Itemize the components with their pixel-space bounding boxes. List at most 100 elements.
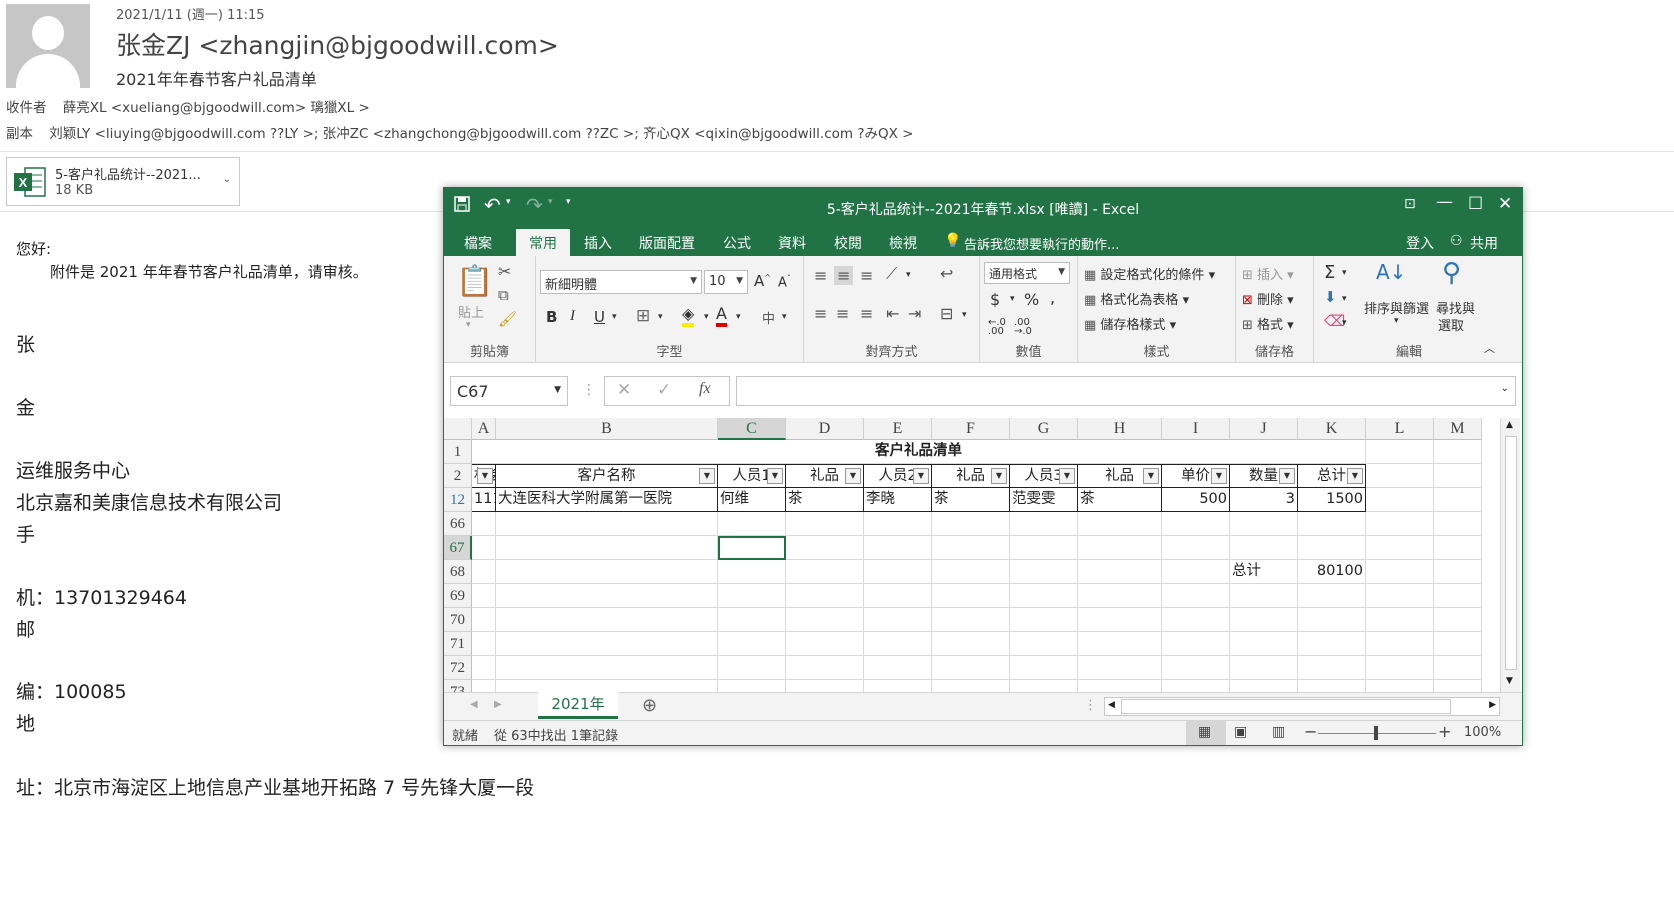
cell[interactable]: [932, 584, 1010, 608]
top-align-icon[interactable]: ≡: [814, 266, 827, 285]
cell[interactable]: [786, 512, 864, 536]
data-cell[interactable]: 茶: [1078, 488, 1162, 512]
total-value-cell[interactable]: 80100: [1298, 560, 1366, 584]
selected-cell[interactable]: [718, 536, 786, 560]
filter-header-cell[interactable]: 人员3 ▼: [1010, 464, 1078, 488]
column-header[interactable]: F: [932, 418, 1010, 440]
filter-dropdown-icon[interactable]: ▼: [1347, 468, 1363, 484]
cell[interactable]: [1162, 536, 1230, 560]
cell[interactable]: [1078, 632, 1162, 656]
page-break-icon[interactable]: ▥: [1272, 724, 1285, 740]
insert-cells-button[interactable]: ⊞ 插入 ▾: [1242, 264, 1294, 283]
wrap-text-icon[interactable]: ↩: [940, 264, 953, 283]
cut-icon[interactable]: ✂: [498, 262, 511, 281]
ribbon-display-icon[interactable]: ⊡: [1404, 196, 1416, 212]
email-sender[interactable]: 张金ZJ <zhangjin@bjgoodwill.com>: [116, 26, 559, 62]
percent-icon[interactable]: %: [1024, 290, 1039, 309]
cell[interactable]: [1366, 584, 1434, 608]
currency-icon[interactable]: $: [990, 290, 1000, 309]
filter-header-cell[interactable]: 礼品 ▼: [786, 464, 864, 488]
sheet-tab[interactable]: 2021年: [538, 692, 618, 719]
cell[interactable]: [1230, 584, 1298, 608]
cell[interactable]: [1078, 656, 1162, 680]
filter-header-cell[interactable]: 礼品 ▼: [1078, 464, 1162, 488]
cancel-icon[interactable]: ✕: [617, 380, 631, 400]
cell[interactable]: [932, 560, 1010, 584]
column-header[interactable]: I: [1162, 418, 1230, 440]
tab-data[interactable]: 資料: [778, 233, 806, 253]
row-header[interactable]: 70: [444, 608, 472, 632]
data-cell[interactable]: 1500: [1298, 488, 1366, 512]
data-cell[interactable]: 大连医科大学附属第一医院: [496, 488, 718, 512]
horizontal-scrollbar[interactable]: ◀ ▶: [1104, 697, 1500, 716]
currency-dropdown-icon[interactable]: ▾: [1010, 294, 1015, 304]
cell[interactable]: [472, 512, 496, 536]
cell[interactable]: [1162, 680, 1230, 692]
data-cell[interactable]: 茶: [786, 488, 864, 512]
maximize-icon[interactable]: ☐: [1468, 194, 1483, 214]
cell[interactable]: [1366, 536, 1434, 560]
normal-view-button[interactable]: ▦: [1186, 721, 1226, 745]
tab-insert[interactable]: 插入: [584, 233, 612, 253]
cell[interactable]: [864, 608, 932, 632]
cell[interactable]: [1298, 680, 1366, 692]
conditional-format-button[interactable]: ▦ 設定格式化的條件 ▾: [1084, 264, 1215, 283]
prev-sheet-icon[interactable]: ◀: [470, 699, 478, 710]
filter-dropdown-icon[interactable]: ▼: [1211, 468, 1227, 484]
format-painter-icon[interactable]: 🖌: [498, 310, 517, 328]
row-header[interactable]: 2: [444, 464, 472, 488]
scroll-up-icon[interactable]: ▲: [1506, 420, 1513, 430]
cell[interactable]: [1078, 536, 1162, 560]
grow-font-icon[interactable]: A^: [754, 272, 771, 290]
cell[interactable]: [864, 584, 932, 608]
cell[interactable]: [472, 584, 496, 608]
orientation-dropdown-icon[interactable]: ▾: [906, 270, 911, 280]
filter-dropdown-icon[interactable]: ▼: [913, 468, 929, 484]
cell[interactable]: [718, 608, 786, 632]
split-handle-icon[interactable]: ⋮: [1084, 698, 1097, 713]
scroll-thumb[interactable]: [1505, 436, 1517, 670]
orientation-icon[interactable]: ⟋: [886, 264, 897, 284]
cell[interactable]: [1078, 584, 1162, 608]
cell[interactable]: [932, 680, 1010, 692]
font-color-icon[interactable]: A: [716, 304, 727, 327]
row-header[interactable]: 67: [444, 536, 472, 560]
font-name-combo[interactable]: 新細明體 ▼: [540, 270, 702, 294]
chevron-down-icon[interactable]: ⌄: [223, 174, 231, 185]
column-header[interactable]: L: [1366, 418, 1434, 440]
cell[interactable]: [1230, 608, 1298, 632]
cell[interactable]: [786, 680, 864, 692]
cell[interactable]: [1162, 560, 1230, 584]
scroll-down-icon[interactable]: ▼: [1506, 676, 1513, 686]
next-sheet-icon[interactable]: ▶: [494, 699, 502, 710]
decrease-indent-icon[interactable]: ⇤: [886, 304, 899, 323]
filter-dropdown-icon[interactable]: ▼: [1279, 468, 1295, 484]
fill-color-icon[interactable]: ◈: [682, 304, 695, 327]
data-cell[interactable]: 李晓: [864, 488, 932, 512]
cell[interactable]: [1078, 608, 1162, 632]
cell[interactable]: [864, 536, 932, 560]
merge-center-icon[interactable]: ⊟: [940, 304, 953, 323]
phonetic-icon[interactable]: 中: [762, 308, 775, 327]
cell[interactable]: [496, 656, 718, 680]
zoom-level[interactable]: 100%: [1464, 725, 1501, 740]
cell[interactable]: [1162, 632, 1230, 656]
column-header[interactable]: D: [786, 418, 864, 440]
column-header[interactable]: J: [1230, 418, 1298, 440]
filter-header-cell[interactable]: 人员2 ▼: [864, 464, 932, 488]
cell[interactable]: [786, 656, 864, 680]
insert-function-icon[interactable]: fx: [699, 380, 711, 398]
cell[interactable]: [496, 536, 718, 560]
cell[interactable]: [1010, 680, 1078, 692]
bold-icon[interactable]: B: [546, 308, 557, 326]
cell[interactable]: [1298, 632, 1366, 656]
fill-dropdown-icon[interactable]: ▾: [1342, 294, 1347, 304]
italic-icon[interactable]: I: [570, 308, 575, 325]
underline-icon[interactable]: U: [594, 308, 605, 326]
paste-dropdown-icon[interactable]: ▾: [466, 320, 471, 330]
cell[interactable]: [1434, 584, 1482, 608]
cell[interactable]: [1366, 488, 1434, 512]
add-sheet-icon[interactable]: ⊕: [642, 695, 657, 716]
formula-input[interactable]: ⌄: [736, 376, 1516, 406]
cell[interactable]: [496, 512, 718, 536]
